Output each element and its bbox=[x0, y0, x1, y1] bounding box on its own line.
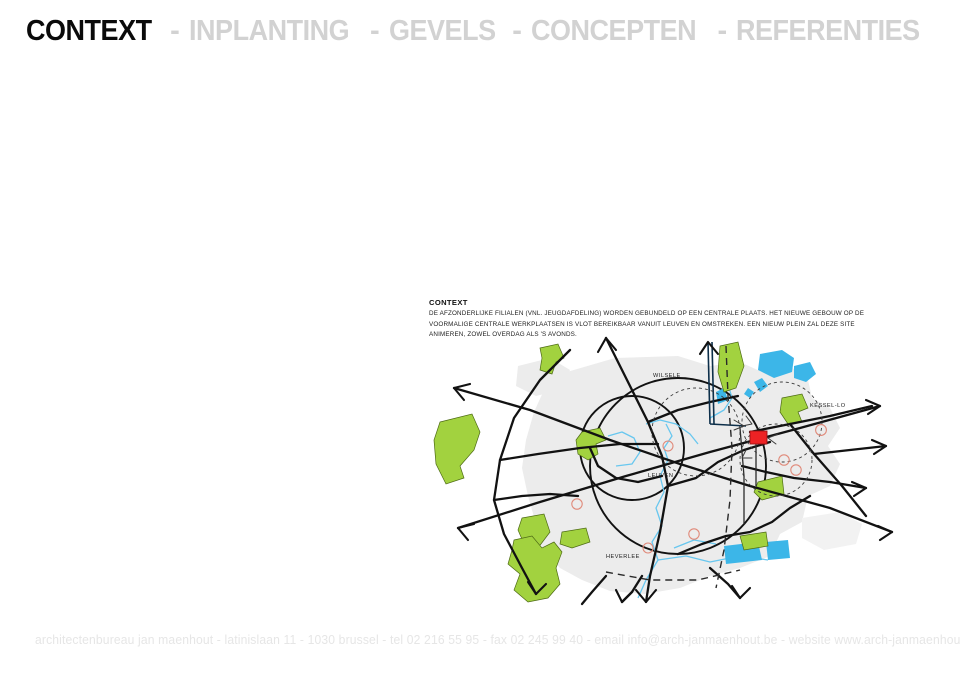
nav-item-inplanting[interactable]: INPLANTING bbox=[189, 16, 350, 46]
map-urban-fill bbox=[516, 356, 862, 594]
nav-separator: - bbox=[369, 14, 380, 47]
nav-item-context[interactable]: CONTEXT bbox=[26, 16, 152, 46]
footer-contact-text: architectenbureau jan maenhout - latinis… bbox=[35, 633, 960, 647]
header-navigation: CONTEXT - INPLANTING - GEVELS - CONCEPTE… bbox=[0, 0, 960, 62]
nav-item-gevels[interactable]: GEVELS bbox=[389, 16, 496, 46]
nav-list: CONTEXT - INPLANTING - GEVELS - CONCEPTE… bbox=[26, 14, 934, 47]
map-site-marker[interactable] bbox=[749, 430, 768, 445]
nav-separator: - bbox=[717, 14, 728, 47]
context-situation-map: WILSELE KESSEL-LO LEUVEN HEVERLEE bbox=[410, 336, 915, 608]
context-text-block: CONTEXT DE AFZONDERLIJKE FILIALEN (VNL. … bbox=[429, 298, 889, 340]
map-label-wilsele: WILSELE bbox=[653, 373, 681, 379]
map-label-leuven: LEUVEN bbox=[648, 473, 673, 479]
nav-item-referenties[interactable]: REFERENTIES bbox=[736, 16, 920, 46]
context-heading: CONTEXT bbox=[429, 298, 468, 307]
nav-item-concepten[interactable]: CONCEPTEN bbox=[531, 16, 697, 46]
map-label-heverlee: HEVERLEE bbox=[606, 554, 640, 560]
nav-separator: - bbox=[512, 14, 522, 47]
page-footer: architectenbureau jan maenhout - latinis… bbox=[0, 630, 960, 650]
map-label-kessel-lo: KESSEL-LO bbox=[810, 403, 846, 409]
nav-separator: - bbox=[170, 14, 180, 47]
